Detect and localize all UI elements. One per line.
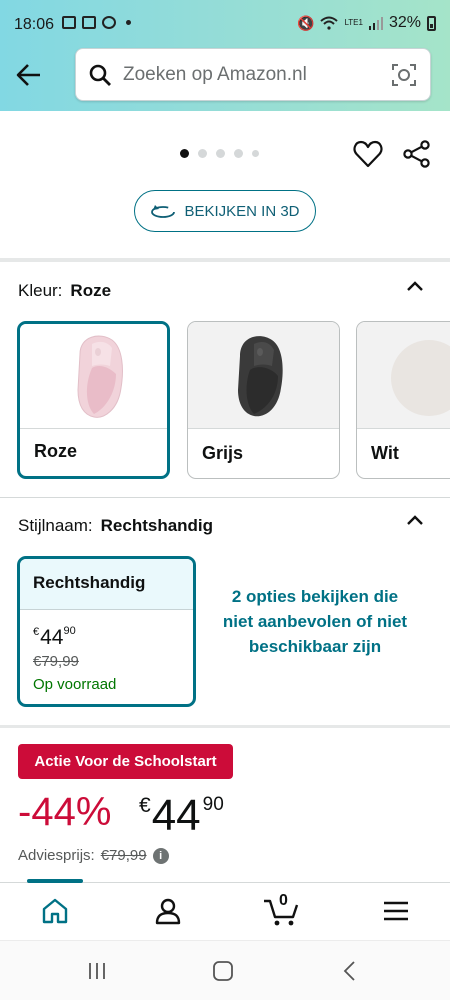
account-icon[interactable] — [154, 897, 182, 925]
active-tab-indicator — [27, 879, 83, 883]
list-price-row: Adviesprijs: €79,99 i — [18, 847, 169, 864]
color-label-row: Kleur: Roze — [18, 281, 111, 301]
chevron-up-icon[interactable] — [406, 514, 424, 526]
carousel-dot — [216, 149, 225, 158]
style-label: Stijlnaam: — [18, 516, 93, 535]
list-price-value: €79,99 — [100, 847, 147, 864]
mouse-pink-image — [20, 324, 167, 429]
system-back-icon[interactable] — [342, 961, 356, 981]
color-option-roze[interactable]: Roze — [17, 321, 170, 479]
search-icon — [89, 64, 111, 86]
section-divider — [0, 725, 450, 728]
battery-icon — [427, 15, 436, 31]
wishlist-heart-icon[interactable] — [353, 140, 383, 168]
mute-icon: 🔇 — [297, 14, 315, 31]
color-option-grijs[interactable]: Grijs — [187, 321, 340, 479]
deal-badge: Actie Voor de Schoolstart — [18, 744, 233, 779]
color-option-label: Wit — [371, 443, 399, 463]
search-placeholder: Zoeken op Amazon.nl — [123, 64, 307, 85]
carousel-dot — [234, 149, 243, 158]
wifi-icon — [320, 16, 339, 30]
status-time: 18:06 — [14, 16, 55, 33]
list-price-label: Adviesprijs: — [18, 847, 95, 864]
signal-icon — [368, 16, 383, 30]
mouse-white-image — [357, 322, 450, 429]
notification-icons — [62, 16, 131, 29]
rotate-3d-icon — [151, 205, 176, 218]
search-bar[interactable]: Zoeken op Amazon.nl — [75, 48, 431, 101]
style-selected-value: Rechtshandig — [100, 516, 214, 535]
carousel-dot — [180, 149, 189, 158]
style-option-list-price: €79,99 — [33, 653, 79, 670]
camera-search-icon[interactable] — [391, 62, 417, 88]
cart-count: 0 — [279, 892, 288, 909]
color-selected-value: Roze — [70, 281, 112, 300]
carousel-dot — [198, 149, 207, 158]
status-bar: 18:06 🔇 LTE1 32% — [0, 0, 450, 46]
discount-percentage: -44% — [18, 790, 112, 834]
battery-level: 32% — [388, 14, 421, 31]
color-option-label: Grijs — [202, 443, 244, 463]
bottom-tab-bar: 0 — [0, 879, 450, 940]
color-label: Kleur: — [18, 281, 63, 300]
view-in-3d-label: BEKIJKEN IN 3D — [184, 202, 300, 220]
style-option-price: €4490 — [33, 625, 76, 649]
share-icon[interactable] — [403, 140, 431, 168]
style-option-title: Rechtshandig — [20, 559, 193, 610]
section-divider — [0, 497, 450, 498]
home-icon[interactable] — [41, 897, 69, 925]
style-label-row: Stijlnaam: Rechtshandig — [18, 516, 213, 536]
app-notification-icon — [102, 16, 116, 29]
info-icon[interactable]: i — [152, 847, 169, 864]
carousel-dot — [252, 150, 259, 157]
image-carousel-dots[interactable] — [180, 149, 259, 158]
home-button-icon[interactable] — [212, 961, 234, 981]
gallery-notification-icon — [62, 16, 76, 29]
chevron-up-icon[interactable] — [406, 280, 424, 292]
menu-icon[interactable] — [383, 900, 409, 922]
more-notifications-icon — [126, 20, 131, 25]
view-in-3d-button[interactable]: BEKIJKEN IN 3D — [134, 190, 316, 232]
back-arrow-icon[interactable] — [14, 60, 44, 90]
color-option-wit[interactable]: Wit — [356, 321, 450, 479]
mouse-graphite-image — [188, 322, 339, 429]
view-unavailable-options-link[interactable]: 2 opties bekijken die niet aanbevolen of… — [215, 584, 415, 659]
availability-status: Op voorraad — [33, 676, 117, 693]
cart-button[interactable]: 0 — [262, 892, 300, 927]
header: 18:06 🔇 LTE1 32% Zoeken op Amazon.nl — [0, 0, 450, 111]
section-divider — [0, 258, 450, 262]
recent-apps-icon[interactable] — [87, 961, 107, 981]
system-navigation-bar — [0, 940, 450, 1000]
color-option-label: Roze — [34, 441, 78, 461]
style-option-rechtshandig[interactable]: Rechtshandig €4490 €79,99 Op voorraad — [17, 556, 196, 707]
network-label: LTE1 — [344, 18, 363, 27]
mail-notification-icon — [82, 16, 96, 29]
status-right: 🔇 LTE1 32% — [297, 14, 436, 32]
deal-price: €44 90 — [139, 791, 224, 840]
